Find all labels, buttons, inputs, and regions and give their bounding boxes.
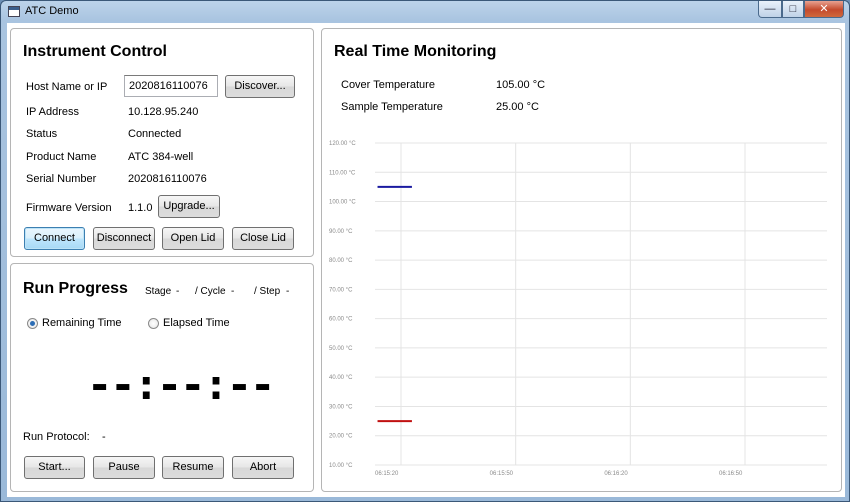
cycle-value: - bbox=[231, 286, 235, 297]
y-tick-label: 10.00 °C bbox=[329, 463, 353, 469]
stage-label: Stage bbox=[145, 286, 172, 297]
remaining-time-radio[interactable]: Remaining Time bbox=[27, 317, 121, 329]
product-label: Product Name bbox=[26, 151, 97, 163]
status-label: Status bbox=[26, 128, 58, 140]
x-tick-label: 06:15:50 bbox=[490, 471, 514, 477]
cover-temp-value: 105.00 °C bbox=[496, 79, 546, 91]
cycle-label: / Cycle bbox=[195, 286, 226, 297]
firmware-label: Firmware Version bbox=[26, 202, 112, 214]
y-tick-label: 90.00 °C bbox=[329, 229, 353, 235]
connect-button[interactable]: Connect bbox=[24, 227, 85, 250]
run-protocol-label: Run Protocol: bbox=[23, 431, 90, 443]
host-input[interactable] bbox=[124, 75, 218, 97]
y-tick-label: 110.00 °C bbox=[329, 170, 356, 176]
y-tick-label: 70.00 °C bbox=[329, 287, 353, 293]
resume-button[interactable]: Resume bbox=[162, 456, 224, 479]
run-progress-panel: Run Progress Stage - / Cycle - / Step - … bbox=[10, 263, 314, 492]
firmware-value: 1.1.0 bbox=[128, 202, 153, 214]
y-tick-label: 60.00 °C bbox=[329, 317, 353, 323]
run-progress-title: Run Progress bbox=[23, 280, 128, 297]
app-icon bbox=[8, 6, 20, 17]
y-tick-label: 20.00 °C bbox=[329, 434, 353, 440]
y-tick-label: 120.00 °C bbox=[329, 141, 356, 147]
y-tick-label: 50.00 °C bbox=[329, 346, 353, 352]
instrument-control-title: Instrument Control bbox=[23, 43, 167, 60]
close-lid-button[interactable]: Close Lid bbox=[232, 227, 294, 250]
status-value: Connected bbox=[128, 128, 182, 140]
product-value: ATC 384-well bbox=[128, 151, 194, 163]
disconnect-button[interactable]: Disconnect bbox=[93, 227, 155, 250]
x-tick-label: 06:16:50 bbox=[719, 471, 743, 477]
temperature-chart: 120.00 °C 110.00 °C 100.00 °C 90.00 °C 80.00… bbox=[329, 141, 827, 477]
serial-label: Serial Number bbox=[26, 173, 97, 185]
elapsed-time-radio[interactable]: Elapsed Time bbox=[148, 317, 230, 329]
app-window: ATC Demo — □ ✕ Instrument Control Host N… bbox=[0, 0, 850, 502]
maximize-button[interactable]: □ bbox=[782, 1, 804, 18]
time-display: --:--:-- bbox=[87, 360, 275, 409]
y-tick-label: 80.00 °C bbox=[329, 258, 353, 264]
title-bar[interactable]: ATC Demo — □ ✕ bbox=[1, 1, 849, 23]
window-title: ATC Demo bbox=[25, 5, 79, 17]
real-time-monitoring-panel: Real Time Monitoring Cover Temperature 1… bbox=[321, 28, 842, 492]
pause-button[interactable]: Pause bbox=[93, 456, 155, 479]
elapsed-time-label: Elapsed Time bbox=[163, 317, 230, 329]
y-tick-label: 100.00 °C bbox=[329, 200, 356, 206]
x-tick-label: 06:16:20 bbox=[604, 471, 628, 477]
client-area: Instrument Control Host Name or IP Disco… bbox=[7, 23, 845, 497]
run-protocol-value: - bbox=[102, 431, 106, 443]
step-value: - bbox=[286, 286, 290, 297]
sample-temp-value: 25.00 °C bbox=[496, 101, 539, 113]
ip-value: 10.128.95.240 bbox=[128, 106, 199, 118]
instrument-control-panel: Instrument Control Host Name or IP Disco… bbox=[10, 28, 314, 257]
cover-temp-label: Cover Temperature bbox=[341, 79, 435, 91]
ip-label: IP Address bbox=[26, 106, 79, 118]
stage-value: - bbox=[176, 286, 180, 297]
discover-button[interactable]: Discover... bbox=[225, 75, 295, 98]
y-tick-label: 30.00 °C bbox=[329, 404, 353, 410]
remaining-time-label: Remaining Time bbox=[42, 317, 122, 329]
open-lid-button[interactable]: Open Lid bbox=[162, 227, 224, 250]
step-label: / Step bbox=[254, 286, 281, 297]
y-tick-label: 40.00 °C bbox=[329, 375, 353, 381]
monitoring-title: Real Time Monitoring bbox=[334, 43, 497, 60]
minimize-button[interactable]: — bbox=[758, 1, 782, 18]
serial-value: 2020816110076 bbox=[128, 173, 207, 185]
start-button[interactable]: Start... bbox=[24, 456, 85, 479]
close-button[interactable]: ✕ bbox=[804, 1, 844, 18]
elapsed-radio-dot bbox=[148, 317, 159, 329]
abort-button[interactable]: Abort bbox=[232, 456, 294, 479]
x-tick-label: 06:15:20 bbox=[375, 471, 399, 477]
remaining-radio-dot bbox=[27, 317, 38, 329]
sample-temp-label: Sample Temperature bbox=[341, 101, 443, 113]
host-label: Host Name or IP bbox=[26, 81, 108, 93]
upgrade-button[interactable]: Upgrade... bbox=[158, 195, 220, 218]
